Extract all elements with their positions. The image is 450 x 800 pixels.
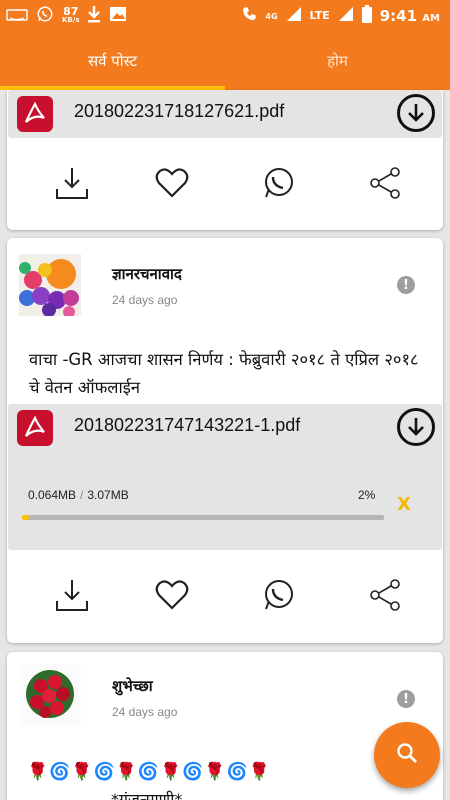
post-author[interactable]: ज्ञानरचनावाद (112, 264, 182, 284)
pdf-download-area: 201802231747143221-1.pdf 0.064MB/3.07MB … (8, 404, 442, 550)
post-emoji-row: 🌹🌀🌹🌀🌹🌀🌹🌀🌹🌀🌹 (27, 762, 271, 782)
avatar[interactable] (19, 664, 81, 726)
post-header: ज्ञानरचनावाद 24 days ago ! (7, 238, 443, 328)
tab-home[interactable]: होम (225, 32, 450, 90)
post-caption: *गुंजन्माणी* (111, 790, 183, 800)
whatsapp-notification-icon (36, 5, 54, 27)
download-notification-icon (87, 5, 101, 27)
clock-time: 9:41 (379, 7, 418, 25)
pdf-file-name[interactable]: 201802231747143221-1.pdf (74, 415, 300, 436)
cancel-download-button[interactable]: X (397, 494, 411, 515)
image-notification-icon (109, 6, 127, 26)
post-text: वाचा -GR आजचा शासन निर्णय : फेब्रुवारी २… (29, 350, 419, 397)
post-actions (7, 570, 443, 620)
pdf-attachment[interactable]: 201802231718127621.pdf (8, 90, 442, 138)
report-icon[interactable]: ! (397, 276, 415, 294)
status-bar: 87 KB/s 4G LTE 9:41 AM (0, 0, 450, 32)
pdf-file-name: 201802231718127621.pdf (74, 101, 285, 121)
network-type: 4G (265, 11, 278, 21)
post-age: 24 days ago (112, 293, 178, 307)
download-circle-icon[interactable] (397, 94, 435, 132)
share-icon[interactable] (360, 158, 410, 208)
clock: 9:41 AM (380, 7, 440, 25)
network-speed: 87 KB/s (62, 5, 80, 25)
whatsapp-icon[interactable] (253, 158, 303, 208)
tab-all-posts[interactable]: सर्व पोस्ट (0, 32, 225, 90)
share-icon[interactable] (360, 570, 410, 620)
battery-icon (361, 5, 372, 27)
post-author[interactable]: शुभेच्छा (112, 676, 153, 696)
net-speed-unit: KB/s (62, 16, 80, 24)
pdf-icon (17, 96, 53, 132)
avatar[interactable] (19, 254, 81, 318)
whatsapp-icon[interactable] (253, 570, 303, 620)
net-speed-value: 87 (63, 5, 79, 18)
search-fab[interactable] (374, 722, 440, 788)
download-circle-icon[interactable] (397, 408, 435, 446)
amazon-icon (6, 7, 28, 25)
phone-icon (241, 6, 257, 26)
post-age: 24 days ago (112, 705, 178, 719)
size-separator: / (80, 488, 84, 502)
post-card: शुभेच्छा 24 days ago ! 🌹🌀🌹🌀🌹🌀🌹🌀🌹🌀🌹 *गुंज… (7, 652, 443, 800)
total-size: 3.07MB (87, 488, 129, 502)
post-card: ज्ञानरचनावाद 24 days ago ! वाचा -GR आजचा… (7, 238, 443, 643)
post-header: शुभेच्छा 24 days ago ! (7, 652, 443, 742)
clock-ampm: AM (422, 13, 440, 24)
pdf-icon (17, 410, 53, 446)
download-progress-bar (22, 515, 384, 520)
signal-icon-2 (338, 6, 354, 26)
tab-bar: सर्व पोस्ट होम (0, 32, 450, 90)
download-icon[interactable] (47, 158, 97, 208)
post-card: 201802231718127621.pdf (7, 90, 443, 230)
download-sizes: 0.064MB/3.07MB (28, 488, 129, 502)
report-icon[interactable]: ! (397, 690, 415, 708)
download-icon[interactable] (47, 570, 97, 620)
search-icon (395, 741, 419, 769)
signal-icon (286, 6, 302, 26)
post-actions (7, 158, 443, 208)
heart-icon[interactable] (147, 158, 197, 208)
download-percent: 2% (358, 488, 376, 502)
lte-label: LTE (309, 9, 330, 22)
download-progress-fill (22, 515, 30, 520)
downloaded-size: 0.064MB (28, 488, 77, 502)
heart-icon[interactable] (147, 570, 197, 620)
